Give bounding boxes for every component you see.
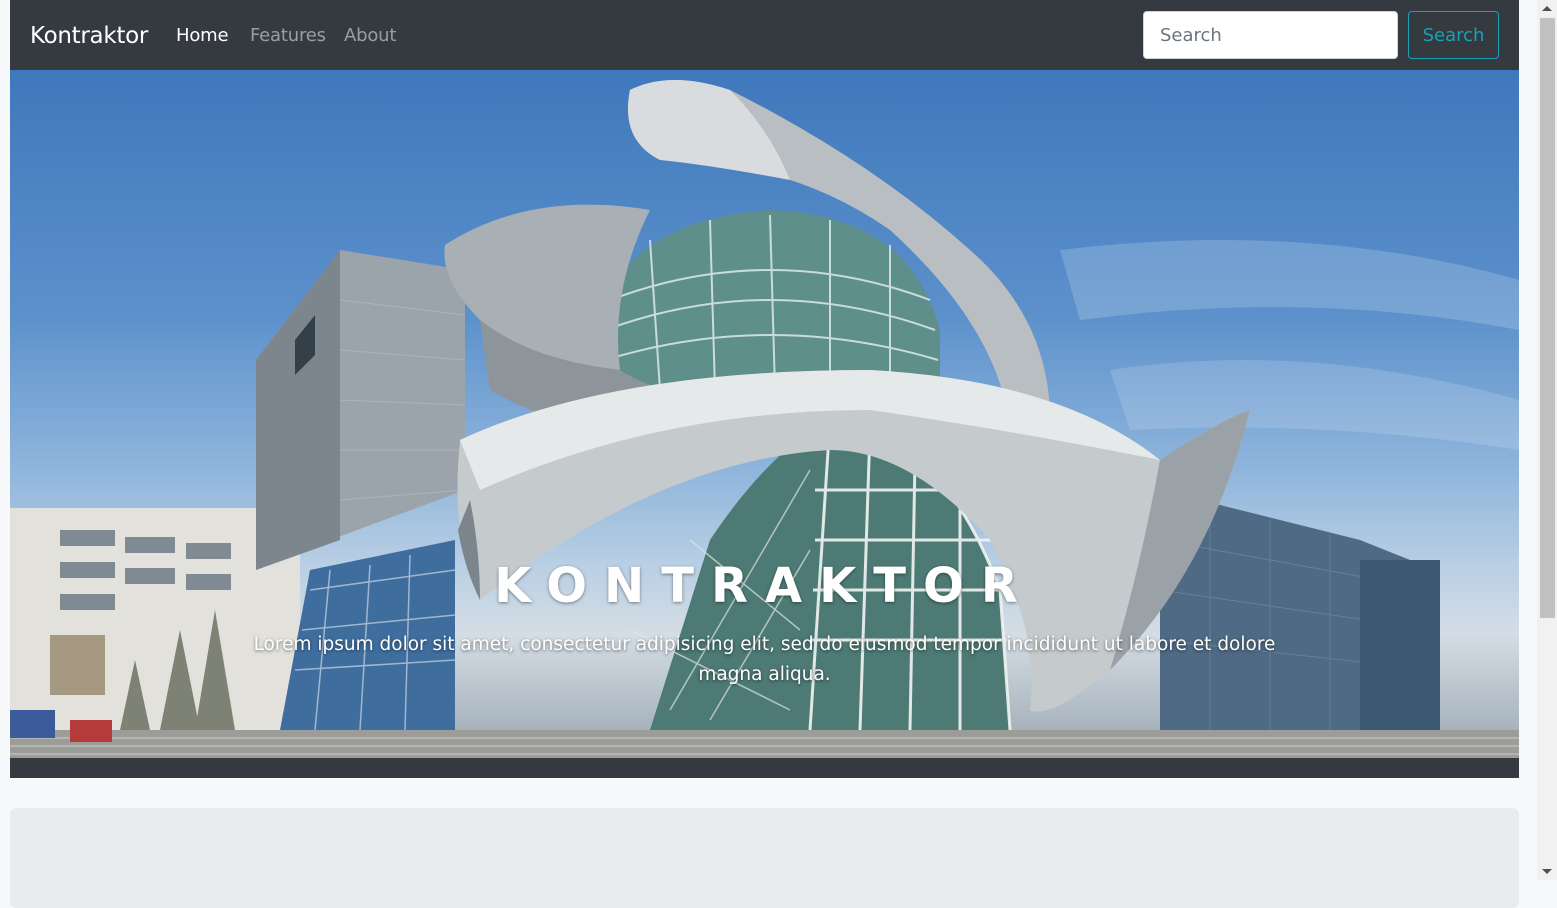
- hero-title: KONTRAKTOR: [494, 558, 1035, 614]
- page-viewport: Kontraktor Home Features About Search Se…: [0, 0, 1557, 908]
- hero-caption: Lorem ipsum dolor sit amet, consectetur …: [253, 634, 1276, 685]
- hero-carousel: KONTRAKTOR Lorem ipsum dolor sit amet, c…: [10, 70, 1519, 758]
- hero-bottom-bar: [10, 758, 1519, 778]
- nav-link-home[interactable]: Home: [176, 22, 229, 50]
- nav-link-about[interactable]: About: [344, 22, 396, 50]
- top-navbar: Kontraktor Home Features About Search: [10, 0, 1519, 70]
- page-scrollbar[interactable]: [1537, 0, 1557, 880]
- scroll-up-arrow-icon[interactable]: [1542, 6, 1552, 11]
- scrollbar-thumb[interactable]: [1540, 18, 1555, 618]
- content-jumbotron: [10, 808, 1519, 908]
- search-button[interactable]: Search: [1408, 11, 1499, 59]
- brand-logo-link[interactable]: Kontraktor: [30, 20, 148, 52]
- nav-link-features[interactable]: Features: [250, 22, 326, 50]
- search-input[interactable]: [1143, 11, 1398, 59]
- scroll-down-arrow-icon[interactable]: [1542, 869, 1552, 874]
